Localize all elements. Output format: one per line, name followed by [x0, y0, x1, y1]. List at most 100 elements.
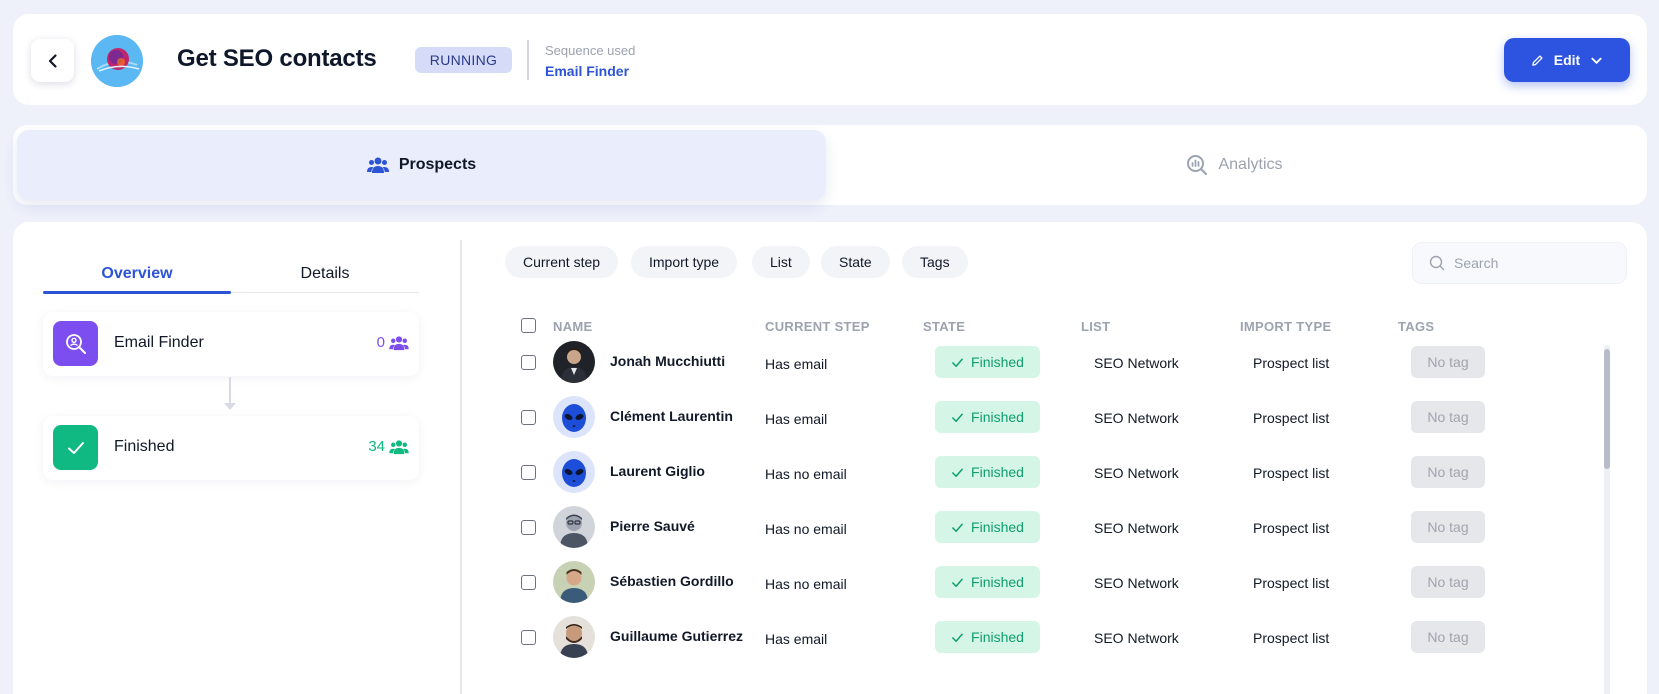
import-type-cell: Prospect list [1253, 465, 1330, 481]
chevron-down-icon [1591, 57, 1602, 64]
prospect-name[interactable]: Laurent Giglio [610, 463, 705, 479]
state-badge: Finished [935, 401, 1040, 433]
column-header-import-type[interactable]: IMPORT TYPE [1240, 319, 1331, 334]
analytics-search-icon [1187, 155, 1208, 176]
import-type-cell: Prospect list [1253, 630, 1330, 646]
sequence-overview-panel: Overview Details Email Finder 0 Finished… [13, 222, 461, 694]
table-row[interactable]: Clément Laurentin Has email Finished SEO… [513, 390, 1593, 445]
list-cell: SEO Network [1094, 355, 1179, 371]
import-type-cell: Prospect list [1253, 410, 1330, 426]
list-cell: SEO Network [1094, 575, 1179, 591]
row-checkbox[interactable] [521, 465, 536, 480]
sequence-label: Sequence used [545, 43, 636, 58]
row-checkbox[interactable] [521, 575, 536, 590]
arrow-down-icon [224, 403, 236, 410]
avatar [553, 396, 595, 438]
list-cell: SEO Network [1094, 410, 1179, 426]
step-count-value: 0 [376, 334, 385, 351]
edit-button[interactable]: Edit [1504, 38, 1630, 82]
state-badge: Finished [935, 456, 1040, 488]
panel-divider [460, 240, 462, 694]
search-user-icon [53, 321, 98, 366]
row-checkbox[interactable] [521, 410, 536, 425]
avatar [553, 561, 595, 603]
subtab-overview[interactable]: Overview [43, 256, 231, 292]
step-card-email-finder[interactable]: Email Finder 0 [43, 312, 419, 376]
select-all-checkbox[interactable] [521, 318, 536, 333]
state-label: Finished [971, 409, 1024, 425]
state-label: Finished [971, 464, 1024, 480]
users-icon [389, 335, 409, 350]
sequence-link[interactable]: Email Finder [545, 63, 629, 79]
chevron-left-icon [48, 53, 57, 68]
filter-current-step[interactable]: Current step [505, 246, 619, 278]
import-type-cell: Prospect list [1253, 575, 1330, 591]
header-divider [527, 40, 529, 80]
column-header-state[interactable]: STATE [923, 319, 965, 334]
table-row[interactable]: Pierre Sauvé Has no email Finished SEO N… [513, 500, 1593, 555]
state-label: Finished [971, 519, 1024, 535]
current-step-cell: Has email [765, 356, 828, 372]
row-checkbox[interactable] [521, 520, 536, 535]
step-count: 0 [377, 334, 409, 351]
avatar [553, 341, 595, 383]
search-icon [1429, 255, 1445, 271]
column-header-tags[interactable]: TAGS [1398, 319, 1434, 334]
table-row[interactable]: Laurent Giglio Has no email Finished SEO… [513, 445, 1593, 500]
step-count-value: 34 [368, 438, 385, 455]
filter-list[interactable]: List [752, 246, 810, 278]
filter-tags[interactable]: Tags [902, 246, 968, 278]
filter-import-type[interactable]: Import type [631, 246, 738, 278]
state-badge: Finished [935, 621, 1040, 653]
search-input[interactable] [1454, 255, 1614, 271]
table-row[interactable]: Guillaume Gutierrez Has email Finished S… [513, 610, 1593, 665]
prospect-name[interactable]: Pierre Sauvé [610, 518, 695, 534]
avatar [553, 451, 595, 493]
content-panel: Overview Details Email Finder 0 Finished… [13, 222, 1647, 694]
column-header-current-step[interactable]: CURRENT STEP [765, 319, 870, 334]
subtab-details[interactable]: Details [231, 256, 419, 292]
column-header-name[interactable]: NAME [553, 319, 592, 334]
current-step-cell: Has email [765, 411, 828, 427]
tab-analytics[interactable]: Analytics [826, 130, 1643, 200]
list-cell: SEO Network [1094, 520, 1179, 536]
import-type-cell: Prospect list [1253, 520, 1330, 536]
current-step-cell: Has no email [765, 521, 847, 537]
edit-label: Edit [1553, 52, 1581, 68]
tag-badge: No tag [1411, 456, 1485, 488]
check-icon [952, 633, 963, 642]
filter-state[interactable]: State [821, 246, 890, 278]
check-icon [952, 578, 963, 587]
step-card-finished[interactable]: Finished 34 [43, 416, 419, 480]
prospect-name[interactable]: Jonah Mucchiutti [610, 353, 725, 369]
avatar [553, 506, 595, 548]
state-label: Finished [971, 629, 1024, 645]
users-icon [366, 157, 389, 173]
row-checkbox[interactable] [521, 355, 536, 370]
column-header-list[interactable]: LIST [1081, 319, 1110, 334]
current-step-cell: Has email [765, 631, 828, 647]
state-badge: Finished [935, 511, 1040, 543]
prospect-name[interactable]: Sébastien Gordillo [610, 573, 734, 589]
search-box[interactable] [1412, 242, 1627, 284]
status-badge: RUNNING [415, 47, 512, 73]
header-bar: Get SEO contacts RUNNING Sequence used E… [13, 14, 1647, 105]
current-step-cell: Has no email [765, 576, 847, 592]
scrollbar-thumb[interactable] [1604, 349, 1610, 469]
step-count: 34 [368, 438, 409, 455]
back-button[interactable] [31, 39, 74, 82]
check-icon [53, 425, 98, 470]
check-icon [952, 523, 963, 532]
current-step-cell: Has no email [765, 466, 847, 482]
import-type-cell: Prospect list [1253, 355, 1330, 371]
state-badge: Finished [935, 346, 1040, 378]
table-row[interactable]: Jonah Mucchiutti Has email Finished SEO … [513, 335, 1593, 390]
table-row[interactable]: Sébastien Gordillo Has no email Finished… [513, 555, 1593, 610]
page-title: Get SEO contacts [177, 45, 377, 72]
row-checkbox[interactable] [521, 630, 536, 645]
prospect-name[interactable]: Guillaume Gutierrez [610, 628, 743, 644]
prospect-name[interactable]: Clément Laurentin [610, 408, 733, 424]
tag-badge: No tag [1411, 401, 1485, 433]
tab-prospects[interactable]: Prospects [17, 130, 826, 200]
list-cell: SEO Network [1094, 465, 1179, 481]
